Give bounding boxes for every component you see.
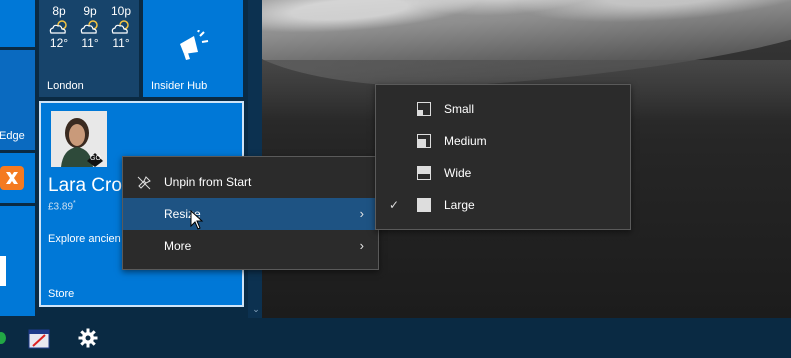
xampp-icon [0,166,24,190]
weather-temp: 12° [49,36,69,50]
lara-croft-title: Lara Croft [48,175,133,196]
insider-hub-label: Insider Hub [151,80,208,92]
weather-temp: 11° [81,36,99,50]
tile-small-icon [417,102,431,116]
xampp-tile[interactable] [0,153,35,203]
taskbar [0,318,791,358]
lara-croft-description: Explore ancien [48,233,121,245]
tile-medium-icon [417,134,431,148]
tile-large-icon [417,198,431,212]
gear-icon [78,328,98,348]
insider-hub-tile[interactable]: Insider Hub [143,0,243,97]
taskbar-settings[interactable] [68,318,108,358]
scroll-down-icon[interactable]: ⌄ [250,302,262,316]
taskbar-app-partial[interactable] [0,318,12,358]
resize-option-label: Medium [444,134,487,148]
taskbar-app-paint[interactable] [22,318,58,358]
weather-hour: 10p 11° [105,4,137,50]
store-label: Store [48,288,75,300]
resize-option-large[interactable]: ✓ Large [376,189,630,221]
resize-option-label: Large [444,198,475,212]
resize-option-small[interactable]: Small [376,93,630,125]
menu-item-more[interactable]: More › [123,230,378,262]
paint-app-icon [28,329,50,349]
green-app-icon [0,332,6,344]
menu-item-label: Unpin from Start [164,175,252,189]
menu-item-resize[interactable]: Resize › [123,198,378,230]
menu-item-unpin[interactable]: Unpin from Start [123,166,378,198]
resize-option-label: Wide [444,166,472,180]
resize-option-wide[interactable]: Wide [376,157,630,189]
weather-time: 8p [52,4,66,18]
partly-cloudy-icon [49,20,67,34]
edge-tile[interactable]: Edge [0,50,35,150]
unpin-icon [137,176,151,190]
weather-time: 10p [110,4,132,18]
weather-location: London [47,80,84,92]
partly-cloudy-icon [80,20,98,34]
partial-tile-bottom-left[interactable] [0,206,35,316]
resize-submenu: Small Medium Wide ✓ Large [375,84,631,230]
menu-item-label: More [164,239,192,253]
lara-croft-app-icon: GO [51,111,107,167]
weather-time: 9p [83,4,97,18]
weather-tile[interactable]: 8p 12° 9p 11° 10p 11° London [39,0,139,97]
tile-wide-icon [417,166,431,180]
resize-option-label: Small [444,102,475,116]
signal-icon [0,256,6,286]
weather-hour: 8p 12° [43,4,75,50]
mouse-pointer-icon [190,210,204,230]
go-badge: GO [90,155,101,162]
partial-tile-top-left[interactable] [0,0,35,47]
partly-cloudy-icon [111,20,129,34]
lara-croft-price: £3.89* [48,200,76,213]
megaphone-icon [180,30,209,60]
weather-temp: 11° [112,36,130,50]
chevron-right-icon: › [359,206,364,221]
tile-context-menu: Unpin from Start Resize › More › [122,156,379,270]
resize-option-medium[interactable]: Medium [376,125,630,157]
edge-tile-label: Edge [0,130,25,142]
chevron-right-icon: › [359,238,364,253]
checkmark-icon: ✓ [389,198,400,212]
weather-hour: 9p 11° [74,4,106,50]
